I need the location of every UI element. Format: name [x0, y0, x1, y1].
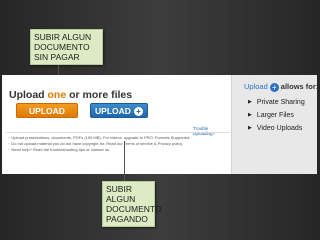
sidebar-title: Upload + allows for:: [244, 82, 318, 92]
upload-title-prefix: Upload: [9, 89, 48, 101]
sidebar-title-suffix: allows for:: [280, 82, 319, 91]
feature-label: Video Uploads: [256, 125, 303, 132]
upload-title-suffix: or more files: [66, 89, 133, 101]
feature-label: Private Sharing: [256, 99, 305, 106]
upload-plus-sidebar: Upload + allows for: ▶ Private Sharing ▶ Lar…: [231, 75, 318, 174]
annotation-note-free-text: SUBIR ALGUN DOCUMENTO SIN PAGAR: [34, 32, 92, 62]
annotation-connector-paid: [124, 141, 125, 182]
feature-larger-files: ▶ Larger Files: [248, 112, 294, 119]
upload-title: Upload one or more files: [9, 89, 132, 101]
feature-video-uploads: ▶ Video Uploads: [248, 125, 302, 132]
upload-button[interactable]: UPLOAD: [16, 103, 78, 118]
triangle-right-icon: ▶: [248, 125, 252, 132]
plus-icon: +: [269, 82, 279, 92]
triangle-right-icon: ▶: [248, 99, 252, 106]
info-line: Need help? Read the troubleshooting tips…: [8, 147, 230, 153]
upload-main-area: Upload one or more files UPLOAD UPLOAD + …: [2, 75, 231, 174]
annotation-note-paid-text: SUBIR ALGUN DOCUMENTO PAGANDO: [106, 184, 162, 224]
sidebar-upload-link[interactable]: Upload: [244, 82, 268, 91]
feature-private-sharing: ▶ Private Sharing: [248, 99, 305, 106]
upload-plus-button[interactable]: UPLOAD +: [90, 103, 148, 118]
feature-label: Larger Files: [256, 112, 294, 119]
triangle-right-icon: ▶: [248, 112, 252, 119]
divider: [6, 132, 230, 133]
upload-button-label: UPLOAD: [29, 106, 65, 116]
info-list: Upload presentations, documents, PDFs (1…: [8, 135, 230, 153]
annotation-note-free: SUBIR ALGUN DOCUMENTO SIN PAGAR: [30, 29, 103, 65]
upload-panel: Upload one or more files UPLOAD UPLOAD + …: [2, 75, 318, 174]
upload-title-highlight: one: [47, 89, 67, 101]
annotation-note-paid: SUBIR ALGUN DOCUMENTO PAGANDO: [102, 181, 162, 227]
plus-icon: +: [133, 107, 143, 117]
upload-plus-button-label: UPLOAD: [95, 106, 131, 116]
